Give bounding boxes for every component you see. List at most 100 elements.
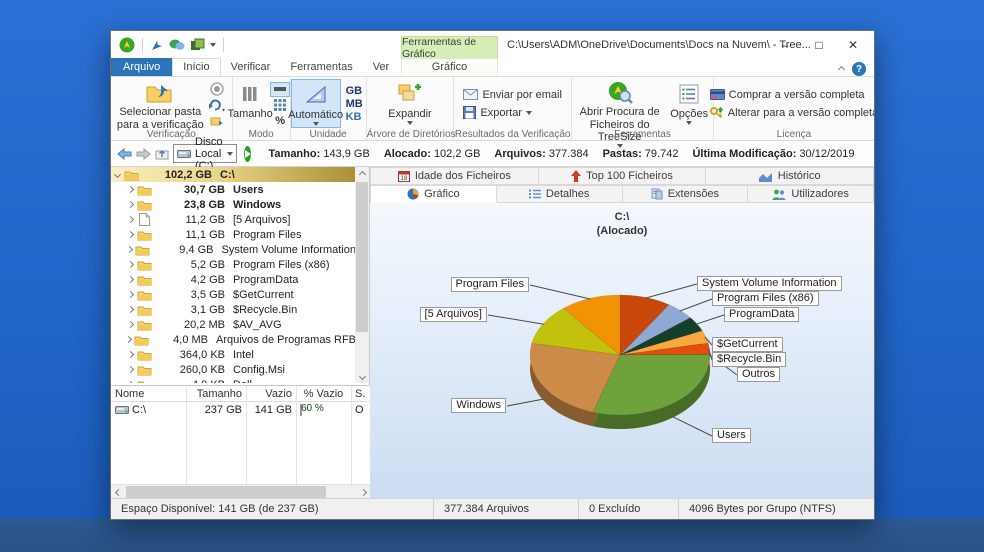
expand-button[interactable]: Expandir	[380, 79, 440, 128]
chevron-right-icon[interactable]	[126, 276, 133, 283]
bar-view-toggle[interactable]	[270, 82, 290, 97]
stop-scan-icon[interactable]	[207, 82, 227, 97]
close-button[interactable]: ✕	[836, 31, 870, 59]
tab-ferramentas[interactable]: Ferramentas	[280, 58, 362, 76]
chevron-right-icon[interactable]	[126, 381, 133, 383]
pie-chart[interactable]	[370, 203, 874, 498]
tab-historico[interactable]: Histórico	[706, 167, 874, 185]
folder-icon	[134, 334, 149, 346]
tree-row[interactable]: 30,7 GB Users	[111, 182, 356, 197]
chevron-right-icon[interactable]	[126, 321, 133, 328]
col-s[interactable]: S.	[351, 388, 370, 400]
chevron-right-icon[interactable]	[125, 336, 132, 343]
back-icon[interactable]	[117, 145, 132, 162]
collapse-ribbon-icon[interactable]	[838, 65, 845, 72]
export-layers-icon[interactable]	[190, 38, 205, 52]
pie-label[interactable]: System Volume Information	[697, 276, 842, 291]
feedback-icon[interactable]	[169, 38, 185, 52]
pie-label[interactable]: $Recycle.Bin	[712, 352, 786, 367]
tree-row[interactable]: 23,8 GB Windows	[111, 197, 356, 212]
refresh-icon[interactable]	[207, 98, 227, 113]
tab-top-100-ficheiros[interactable]: Top 100 Ficheiros	[539, 167, 707, 185]
chevron-right-icon[interactable]	[126, 216, 133, 223]
unit-auto-button[interactable]: Automático	[291, 79, 341, 128]
tab-inicio[interactable]: Início	[172, 58, 220, 76]
help-icon[interactable]: ?	[852, 62, 866, 76]
tree-row[interactable]: 5,2 GB Program Files (x86)	[111, 257, 356, 272]
size-mode-button[interactable]: Tamanho	[232, 79, 268, 128]
tree-row[interactable]: 20,2 MB $AV_AVG	[111, 317, 356, 332]
tab-idade-dos-ficheiros[interactable]: 18 Idade dos Ficheiros	[370, 167, 539, 185]
pie-label[interactable]: Outros	[737, 367, 780, 382]
tab-extensoes[interactable]: Extensões	[623, 185, 749, 203]
tree-row[interactable]: 4,0 MB Arquivos de Programas RFB	[111, 332, 356, 347]
chevron-down-icon[interactable]	[113, 171, 120, 178]
chevron-right-icon[interactable]	[126, 306, 133, 313]
scroll-left-icon[interactable]	[111, 485, 125, 499]
col-pct-vazio[interactable]: % Vazio	[296, 388, 351, 400]
tree-row[interactable]: 102,2 GB C:\	[111, 167, 356, 182]
scroll-right-icon[interactable]	[356, 485, 370, 499]
tab-utilizadores[interactable]: Utilizadores	[748, 185, 874, 203]
tab-detalhes[interactable]: Detalhes	[497, 185, 623, 203]
upgrade-version-button[interactable]: Alterar para a versão completa	[706, 104, 875, 122]
chevron-right-icon[interactable]	[126, 366, 133, 373]
parent-folder-icon[interactable]	[155, 145, 169, 162]
unit-gb-button[interactable]: GB	[346, 85, 363, 97]
unit-mb-button[interactable]: MB	[346, 98, 363, 110]
buy-full-version-button[interactable]: Comprar a versão completa	[706, 86, 875, 104]
pie-label[interactable]: Program Files	[451, 277, 529, 292]
switch-folder-icon[interactable]	[207, 113, 227, 128]
tree-horizontal-scrollbar[interactable]	[111, 484, 370, 498]
tree-row[interactable]: 3,1 GB $Recycle.Bin	[111, 302, 356, 317]
col-nome[interactable]: Nome	[111, 388, 186, 400]
tab-arquivo[interactable]: Arquivo	[111, 58, 172, 76]
chevron-right-icon[interactable]	[126, 291, 133, 298]
chevron-right-icon[interactable]	[126, 261, 133, 268]
tree-row[interactable]: 4,2 GB ProgramData	[111, 272, 356, 287]
tree-row[interactable]: 260,0 KB Config.Msi	[111, 362, 356, 377]
options-button[interactable]: Opções	[667, 79, 711, 128]
maximize-button[interactable]: □	[802, 31, 836, 59]
pie-label[interactable]: Windows	[451, 398, 506, 413]
tab-verificar[interactable]: Verificar	[221, 58, 281, 76]
chevron-right-icon[interactable]	[126, 186, 133, 193]
scroll-thumb[interactable]	[126, 486, 326, 498]
col-tamanho[interactable]: Tamanho	[186, 388, 246, 400]
forward-icon[interactable]	[136, 145, 151, 162]
send-email-button[interactable]: Enviar por email	[459, 86, 565, 104]
col-vazio[interactable]: Vazio	[246, 388, 296, 400]
scroll-up-icon[interactable]	[355, 167, 369, 181]
tree-row[interactable]: 3,5 GB $GetCurrent	[111, 287, 356, 302]
tree-vertical-scrollbar[interactable]	[355, 167, 369, 383]
pie-label[interactable]: $GetCurrent	[712, 337, 783, 352]
chevron-right-icon[interactable]	[126, 246, 133, 253]
minimize-button[interactable]: –	[768, 31, 802, 59]
tree-row[interactable]: 11,1 GB Program Files	[111, 227, 356, 242]
tree-row[interactable]: 9,4 GB System Volume Information	[111, 242, 356, 257]
scroll-down-icon[interactable]	[355, 369, 369, 383]
tree-row[interactable]: 4,0 KB Dell	[111, 377, 356, 383]
pie-label[interactable]: Program Files (x86)	[712, 291, 819, 306]
pie-label[interactable]: Users	[712, 428, 751, 443]
file-search-button[interactable]: Abrir Procura de Ficheiros do TreeSize	[574, 79, 665, 128]
unit-kb-button[interactable]: KB	[346, 111, 363, 123]
tree-row[interactable]: 11,2 GB [5 Arquivos]	[111, 212, 356, 227]
pie-label[interactable]: ProgramData	[724, 307, 799, 322]
drive-select-combo[interactable]: Disco Local (C:)	[173, 144, 237, 163]
tab-grafico-view[interactable]: Gráfico	[370, 185, 497, 203]
pie-label[interactable]: [5 Arquivos]	[420, 307, 487, 322]
tree-row[interactable]: 364,0 KB Intel	[111, 347, 356, 362]
chevron-right-icon[interactable]	[126, 231, 133, 238]
start-scan-button[interactable]	[244, 146, 251, 162]
tab-ver[interactable]: Ver	[363, 58, 400, 76]
chevron-right-icon[interactable]	[126, 201, 133, 208]
pin-report-icon[interactable]	[150, 38, 164, 52]
tab-grafico[interactable]: Gráfico	[401, 58, 498, 76]
qat-dropdown-caret-icon[interactable]	[210, 43, 216, 47]
select-folder-button[interactable]: Selecionar pasta para a verificação	[115, 79, 205, 128]
chevron-right-icon[interactable]	[126, 351, 133, 358]
scroll-thumb[interactable]	[356, 182, 368, 332]
volume-row[interactable]: C:\ 237 GB 141 GB 60 % O	[111, 402, 370, 418]
export-button[interactable]: Exportar	[459, 104, 565, 122]
